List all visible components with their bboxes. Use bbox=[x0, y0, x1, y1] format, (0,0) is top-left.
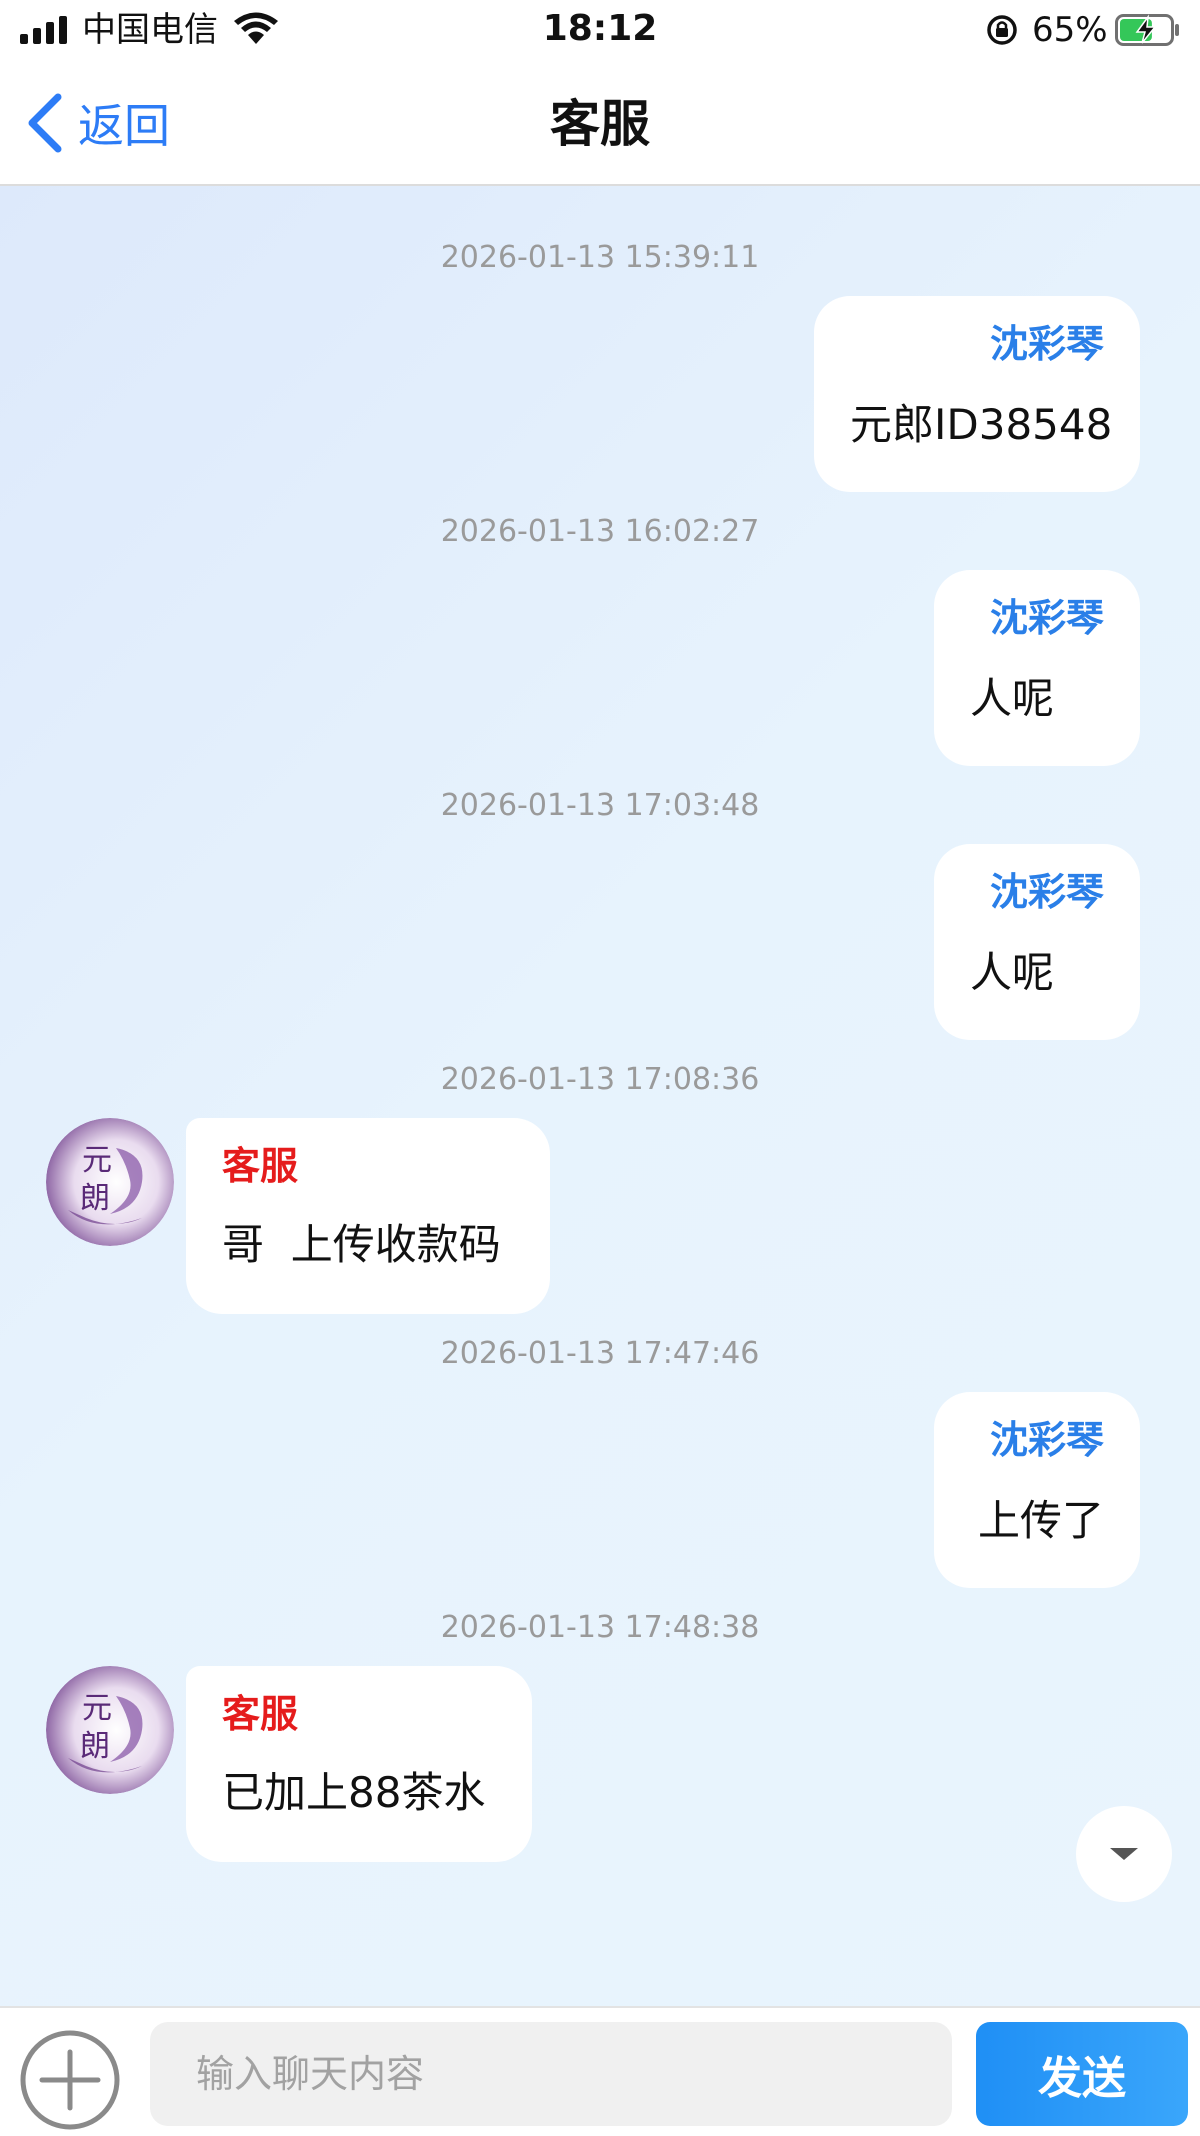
svg-text:元: 元 bbox=[82, 1691, 112, 1726]
scroll-to-bottom-button[interactable] bbox=[1076, 1806, 1172, 1902]
message-timestamp: 2026-01-13 17:03:48 bbox=[440, 788, 760, 823]
svg-text:朗: 朗 bbox=[80, 1729, 110, 1764]
message-timestamp: 2026-01-13 15:39:11 bbox=[440, 240, 760, 275]
message-bubble[interactable]: 客服 已加上88茶水 bbox=[186, 1666, 532, 1862]
message-timestamp: 2026-01-13 17:47:46 bbox=[440, 1336, 760, 1371]
avatar[interactable]: 元 朗 bbox=[46, 1666, 174, 1794]
message-text: 已加上88茶水 bbox=[222, 1768, 486, 1817]
message-bubble[interactable]: 沈彩琴 元郎ID38548 bbox=[814, 296, 1140, 492]
message-text: 人呢 bbox=[970, 674, 1055, 723]
message-timestamp: 2026-01-13 16:02:27 bbox=[440, 514, 760, 549]
battery-charging-icon bbox=[1115, 14, 1179, 46]
page-title: 客服 bbox=[550, 95, 650, 153]
sender-name: 客服 bbox=[222, 1692, 299, 1736]
sender-name: 沈彩琴 bbox=[989, 870, 1104, 914]
chat-input[interactable] bbox=[150, 2022, 952, 2126]
chat-area[interactable]: 2026-01-13 15:39:11 沈彩琴 元郎ID38548 2026-0… bbox=[0, 186, 1200, 2006]
sender-name: 客服 bbox=[222, 1144, 299, 1188]
send-button[interactable]: 发送 bbox=[976, 2022, 1188, 2126]
message-timestamp: 2026-01-13 17:08:36 bbox=[440, 1062, 760, 1097]
battery-percent: 65% bbox=[1032, 10, 1108, 50]
orientation-lock-icon bbox=[987, 15, 1017, 45]
message-bubble[interactable]: 沈彩琴 人呢 bbox=[934, 844, 1140, 1040]
plus-circle-icon[interactable] bbox=[18, 2028, 122, 2132]
message-bubble[interactable]: 沈彩琴 上传了 bbox=[934, 1392, 1140, 1588]
message-text: 哥 上传收款码 bbox=[222, 1220, 501, 1269]
message-bubble[interactable]: 客服 哥 上传收款码 bbox=[186, 1118, 550, 1314]
message-timestamp: 2026-01-13 17:48:38 bbox=[440, 1610, 760, 1645]
svg-text:元: 元 bbox=[82, 1143, 112, 1178]
message-text: 元郎ID38548 bbox=[850, 400, 1113, 449]
message-text: 上传了 bbox=[977, 1496, 1104, 1545]
status-bar: 中国电信 18:12 65% bbox=[0, 0, 1200, 60]
clock: 18:12 bbox=[542, 8, 658, 49]
nav-bar: 返回 客服 bbox=[0, 60, 1200, 186]
caret-down-icon bbox=[1110, 1848, 1138, 1860]
message-bubble[interactable]: 沈彩琴 人呢 bbox=[934, 570, 1140, 766]
message-text: 人呢 bbox=[970, 948, 1055, 997]
avatar-logo-icon: 元 朗 bbox=[46, 1666, 174, 1794]
sender-name: 沈彩琴 bbox=[989, 322, 1104, 366]
avatar[interactable]: 元 朗 bbox=[46, 1118, 174, 1246]
input-bar: 发送 bbox=[0, 2006, 1200, 2136]
sender-name: 沈彩琴 bbox=[989, 596, 1104, 640]
avatar-logo-icon: 元 朗 bbox=[46, 1118, 174, 1246]
sender-name: 沈彩琴 bbox=[989, 1418, 1104, 1462]
svg-text:朗: 朗 bbox=[80, 1181, 110, 1216]
